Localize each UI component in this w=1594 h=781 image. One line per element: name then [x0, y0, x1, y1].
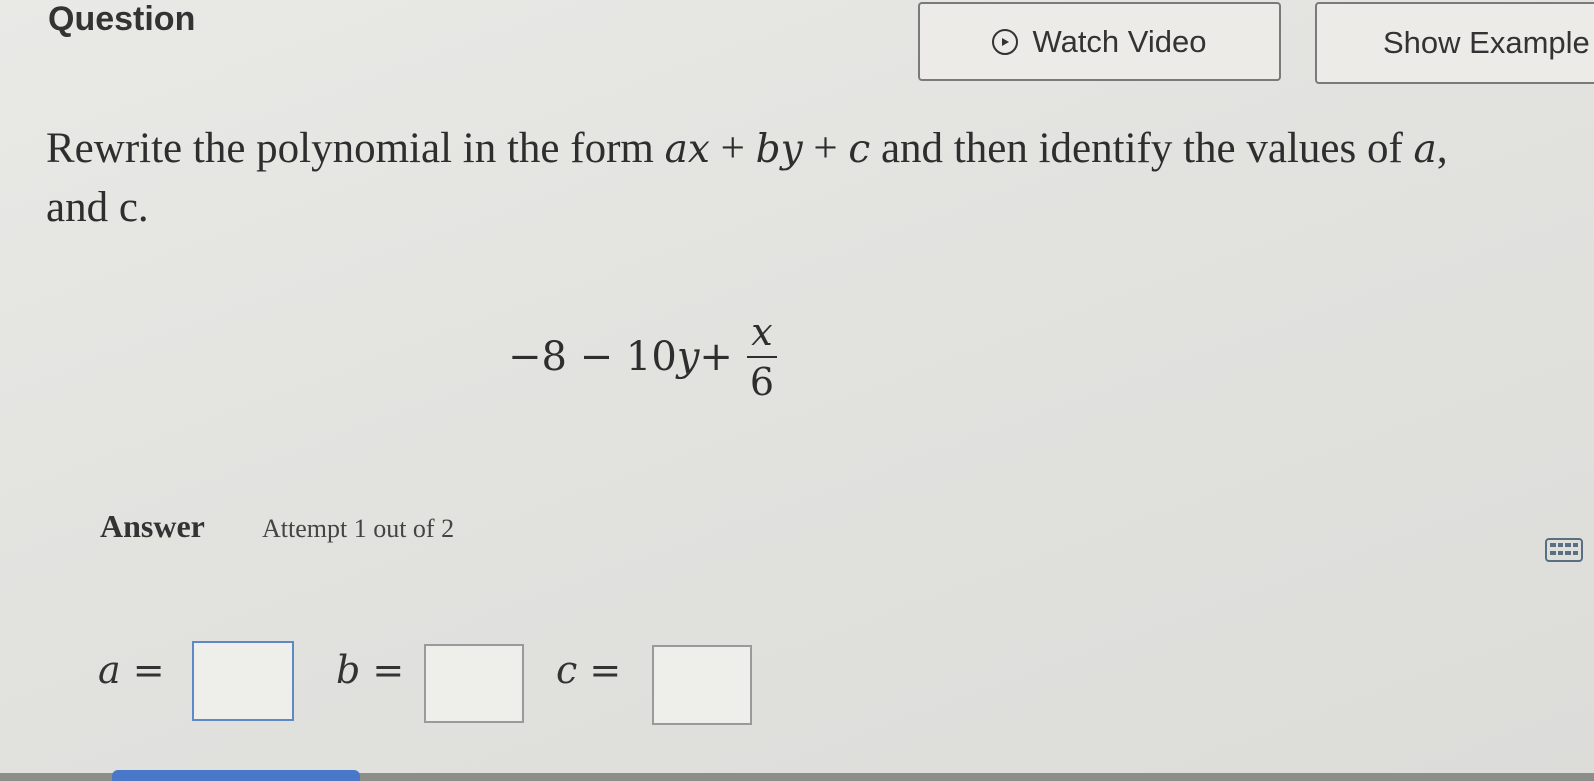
form-term-c: c	[848, 127, 871, 172]
show-examples-label: Show Example	[1383, 25, 1590, 60]
answer-input-a[interactable]	[192, 641, 294, 721]
attempt-counter: Attempt 1 out of 2	[262, 514, 455, 543]
form-term-ax: ax	[664, 127, 710, 172]
form-plus: +	[709, 125, 756, 172]
prompt-text: ,	[1436, 125, 1448, 172]
expression-constant-term: −8 − 10	[508, 334, 677, 380]
fraction-numerator: x	[751, 310, 773, 354]
form-plus: +	[802, 125, 849, 172]
submit-button-strip[interactable]	[112, 770, 360, 781]
expression-plus: +	[699, 334, 733, 380]
answer-input-c[interactable]	[652, 645, 752, 725]
problem-prompt: Rewrite the polynomial in the form ax + …	[46, 120, 1594, 237]
expression-var-y: y	[676, 334, 700, 380]
answer-label: Answer	[100, 508, 205, 544]
keyboard-icon[interactable]	[1545, 538, 1583, 562]
fraction-denominator: 6	[749, 360, 775, 404]
fraction-x-over-6: x 6	[746, 310, 777, 404]
form-term-by: by	[755, 127, 803, 172]
answer-input-b[interactable]	[424, 644, 524, 723]
watch-video-label: Watch Video	[1032, 23, 1207, 59]
prompt-text: and then identify the values of	[870, 125, 1414, 172]
prompt-text: Rewrite the polynomial in the form	[46, 125, 665, 172]
question-title: Question	[48, 0, 196, 38]
fraction-bar	[746, 356, 777, 358]
prompt-text: and c.	[46, 184, 149, 231]
polynomial-expression: −8 − 10 y + x 6	[508, 310, 777, 404]
label-a: a =	[98, 648, 165, 692]
label-c: c =	[556, 648, 622, 692]
prompt-var-a: a	[1413, 127, 1437, 172]
label-b: b =	[336, 648, 405, 692]
show-examples-button[interactable]: Show Example	[1315, 2, 1594, 84]
play-circle-icon	[992, 28, 1019, 55]
watch-video-button[interactable]: Watch Video	[918, 2, 1281, 81]
